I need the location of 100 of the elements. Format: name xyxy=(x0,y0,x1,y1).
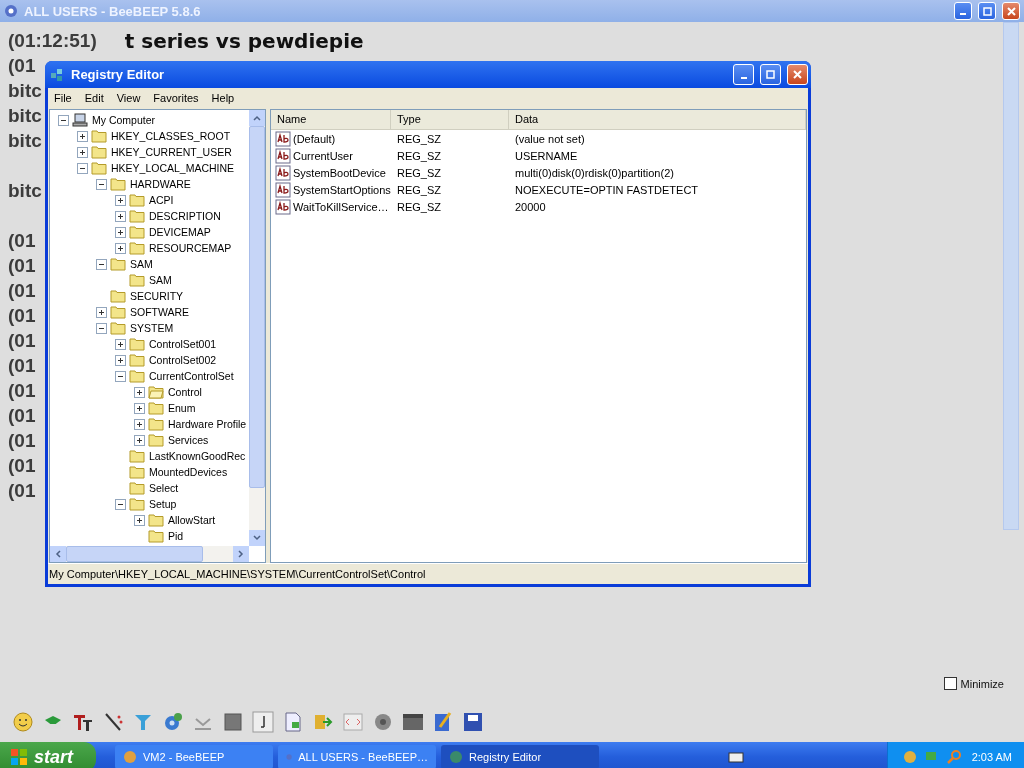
maximize-button[interactable] xyxy=(760,64,781,85)
expand-toggle[interactable] xyxy=(77,146,88,158)
collapse-toggle[interactable] xyxy=(58,114,69,126)
scroll-up-button[interactable] xyxy=(249,110,265,126)
start-button[interactable]: start xyxy=(0,742,96,768)
value-name[interactable]: (Default) xyxy=(293,132,336,145)
column-header[interactable]: Name xyxy=(271,110,391,129)
tree-item[interactable]: Hardware Profile xyxy=(167,418,248,430)
tree-item[interactable]: Setup xyxy=(148,498,178,510)
chat-timestamp: (01 xyxy=(8,304,36,327)
plus-icon xyxy=(136,404,143,412)
collapse-toggle[interactable] xyxy=(96,322,107,334)
menu-item[interactable]: View xyxy=(110,91,148,104)
tree-item[interactable]: HKEY_CURRENT_USER xyxy=(110,146,233,158)
column-header[interactable]: Data xyxy=(509,110,806,129)
tree-item[interactable]: MountedDevices xyxy=(148,466,229,478)
tree-item[interactable]: HKEY_CLASSES_ROOT xyxy=(110,130,232,142)
notepad-icon[interactable] xyxy=(432,711,454,733)
record-icon[interactable] xyxy=(372,711,394,733)
tree-item[interactable]: RESOURCEMAP xyxy=(148,242,233,254)
gear-icon[interactable] xyxy=(162,711,184,733)
close-button[interactable] xyxy=(787,64,808,85)
chat-timestamp: bitc xyxy=(8,79,42,102)
smiley-icon[interactable] xyxy=(12,711,34,733)
expand-toggle[interactable] xyxy=(134,434,145,446)
expand-toggle[interactable] xyxy=(115,354,126,366)
tree-item[interactable]: ACPI xyxy=(148,194,175,206)
expand-toggle[interactable] xyxy=(115,210,126,222)
horizontal-scrollbar[interactable] xyxy=(50,546,249,562)
close-button[interactable] xyxy=(1002,2,1020,20)
save-icon[interactable] xyxy=(462,711,484,733)
expand-toggle[interactable] xyxy=(134,514,145,526)
tree-item[interactable]: AllowStart xyxy=(167,514,217,526)
value-name[interactable]: CurrentUser xyxy=(293,149,353,162)
tree-item[interactable]: CurrentControlSet xyxy=(148,370,235,382)
menu-item[interactable]: Favorites xyxy=(147,91,206,104)
scroll-down-button[interactable] xyxy=(249,530,265,546)
code-icon[interactable] xyxy=(342,711,364,733)
value-name[interactable]: SystemStartOptions xyxy=(293,183,391,196)
expand-toggle[interactable] xyxy=(115,226,126,238)
document-icon[interactable] xyxy=(282,711,304,733)
tree-item[interactable]: Pid xyxy=(167,530,185,542)
collapse-toggle[interactable] xyxy=(77,162,88,174)
collapse-toggle[interactable] xyxy=(115,370,126,382)
tree-item[interactable]: SAM xyxy=(148,274,173,286)
vertical-scrollbar[interactable] xyxy=(249,110,265,546)
expand-toggle[interactable] xyxy=(134,386,145,398)
minimize-checkbox[interactable]: Minimize xyxy=(943,677,1004,690)
collapse-toggle[interactable] xyxy=(96,178,107,190)
tree-item[interactable]: SOFTWARE xyxy=(129,306,191,318)
chat-timestamp: bitc xyxy=(8,179,42,202)
expand-toggle[interactable] xyxy=(134,418,145,430)
tree-item[interactable]: SECURITY xyxy=(129,290,185,302)
plus-icon xyxy=(136,516,143,524)
tree-item[interactable]: SAM xyxy=(129,258,154,270)
menu-item[interactable]: Help xyxy=(205,91,242,104)
tree-item[interactable]: HKEY_LOCAL_MACHINE xyxy=(110,162,236,174)
tree-item[interactable]: Enum xyxy=(167,402,197,414)
tree-item[interactable]: Select xyxy=(148,482,180,494)
expand-toggle[interactable] xyxy=(115,338,126,350)
value-name[interactable]: SystemBootDevice xyxy=(293,166,386,179)
chat-message: t series vs pewdiepie xyxy=(124,28,364,53)
tree-item[interactable]: DESCRIPTION xyxy=(148,210,222,222)
tree-item[interactable]: ControlSet001 xyxy=(148,338,218,350)
minimize-button[interactable] xyxy=(733,64,754,85)
expand-toggle[interactable] xyxy=(96,306,107,318)
tree-item[interactable]: My Computer xyxy=(91,114,156,126)
tree-item[interactable]: DEVICEMAP xyxy=(148,226,212,238)
menu-item[interactable]: File xyxy=(48,91,79,104)
string-value-icon xyxy=(275,130,291,147)
tree-item[interactable]: Services xyxy=(167,434,210,446)
tree-item[interactable]: SYSTEM xyxy=(129,322,175,334)
collapse-toggle[interactable] xyxy=(96,258,107,270)
plus-icon xyxy=(117,212,124,220)
tree-item[interactable]: HARDWARE xyxy=(129,178,192,190)
scroll-right-button[interactable] xyxy=(233,546,249,562)
tree-item[interactable]: ControlSet002 xyxy=(148,354,218,366)
scrollbar[interactable] xyxy=(1003,22,1019,530)
taskbar-button[interactable]: VM2 - BeeBEEP xyxy=(115,745,273,768)
plus-icon xyxy=(136,388,143,396)
tree-item[interactable]: Control xyxy=(167,386,203,398)
expand-toggle[interactable] xyxy=(134,402,145,414)
column-header[interactable]: Type xyxy=(391,110,509,129)
taskbar-button[interactable]: ALL USERS - BeeBEEP… xyxy=(278,745,436,768)
scroll-left-button[interactable] xyxy=(50,546,66,562)
window-icon[interactable] xyxy=(402,711,424,733)
windows-logo-icon xyxy=(10,748,28,766)
minimize-button[interactable] xyxy=(954,2,972,20)
taskbar-button[interactable]: Registry Editor xyxy=(441,745,599,768)
maximize-button[interactable] xyxy=(978,2,996,20)
collapse-toggle[interactable] xyxy=(115,498,126,510)
chat-timestamp: (01 xyxy=(8,354,36,377)
expand-toggle[interactable] xyxy=(77,130,88,142)
value-name[interactable]: WaitToKillService… xyxy=(293,200,389,213)
expand-toggle[interactable] xyxy=(115,194,126,206)
menu-item[interactable]: Edit xyxy=(78,91,111,104)
keyboard-icon[interactable] xyxy=(727,751,744,763)
tree-item[interactable]: LastKnownGoodRec xyxy=(148,450,247,462)
minimize-icon xyxy=(960,13,966,15)
expand-toggle[interactable] xyxy=(115,242,126,254)
